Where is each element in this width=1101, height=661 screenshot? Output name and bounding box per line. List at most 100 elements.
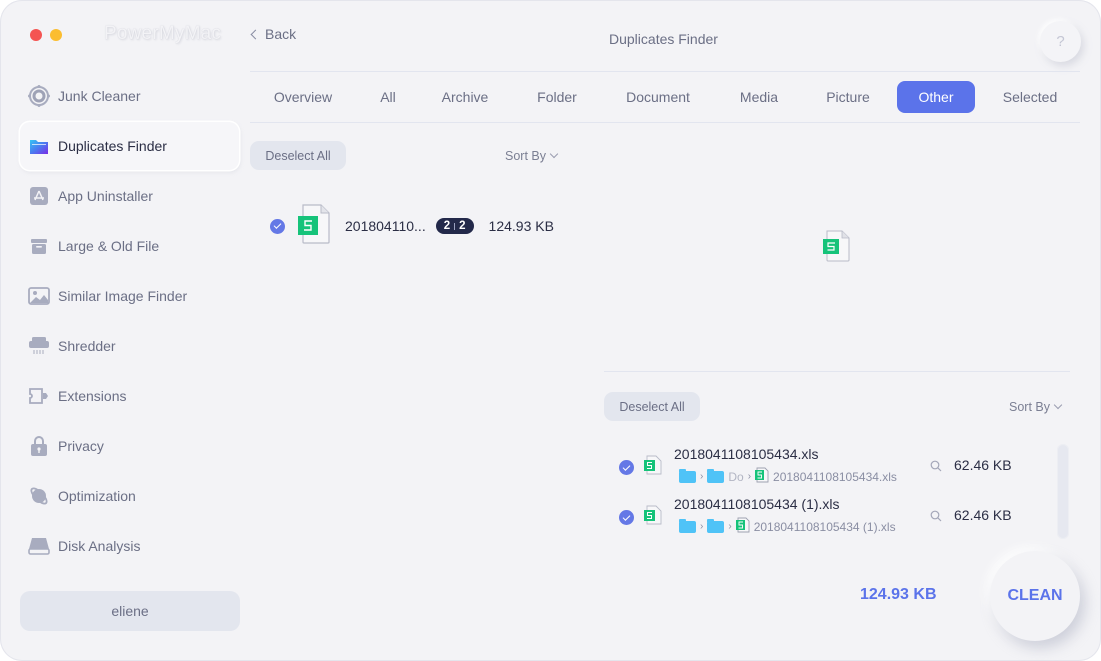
chevron-down-icon	[1053, 400, 1063, 410]
tab-archive[interactable]: Archive	[432, 81, 498, 113]
badge-right-count: 2	[459, 220, 466, 232]
deselect-all-files-button[interactable]: Deselect All	[604, 392, 700, 421]
sidebar-item-optimization[interactable]: Optimization	[20, 472, 239, 520]
file-preview	[823, 230, 851, 267]
sidebar-item-app-uninstaller[interactable]: App Uninstaller	[20, 172, 239, 220]
total-selected-size: 124.93 KB	[860, 586, 937, 603]
file-row[interactable]: 2018041108105434.xls › Do › 201804110810…	[619, 446, 1059, 492]
tab-document[interactable]: Document	[614, 81, 702, 113]
group-name: 201804110...	[345, 218, 426, 234]
spreadsheet-file-icon	[644, 505, 662, 530]
sort-by-label: Sort By	[505, 149, 546, 163]
spreadsheet-file-icon	[735, 517, 750, 536]
junk-cleaner-icon	[28, 85, 50, 107]
sort-files-dropdown[interactable]: Sort By	[1009, 400, 1063, 414]
spreadsheet-file-icon	[644, 455, 662, 480]
folder-icon	[28, 135, 50, 157]
chevron-down-icon	[549, 149, 559, 159]
spreadsheet-file-icon	[297, 203, 331, 249]
file-name: 2018041108105434.xls	[674, 446, 819, 462]
app-window: PowerMyMac Back Duplicates Finder ? Junk…	[0, 0, 1101, 661]
sidebar-item-label: Privacy	[58, 438, 104, 454]
tab-media[interactable]: Media	[730, 81, 788, 113]
plugin-icon	[28, 385, 50, 407]
sidebar-item-label: Optimization	[58, 488, 136, 504]
group-checkbox[interactable]	[270, 218, 285, 234]
spreadsheet-file-icon	[823, 230, 851, 266]
reveal-in-finder-icon[interactable]	[930, 509, 942, 527]
sidebar-item-label: Shredder	[58, 338, 116, 354]
duplicate-count-badge: 2 2	[435, 218, 474, 234]
close-window-button[interactable]	[30, 29, 42, 41]
badge-separator	[454, 222, 456, 230]
file-path: › › 2018041108105434 (1).xls	[679, 517, 896, 536]
path-separator-icon: ›	[728, 521, 732, 532]
disk-icon	[28, 535, 50, 557]
file-path: › Do › 2018041108105434.xls	[679, 467, 897, 486]
sort-by-dropdown[interactable]: Sort By	[505, 149, 559, 163]
planet-icon	[28, 485, 50, 507]
header-divider	[250, 71, 1080, 72]
sidebar-item-privacy[interactable]: Privacy	[20, 422, 239, 470]
file-list-scrollbar[interactable]	[1057, 444, 1069, 539]
tab-picture[interactable]: Picture	[816, 81, 880, 113]
sidebar-item-label: App Uninstaller	[58, 188, 153, 204]
reveal-in-finder-icon[interactable]	[930, 459, 942, 477]
sidebar-item-similar-image-finder[interactable]: Similar Image Finder	[20, 272, 239, 320]
lock-icon	[28, 435, 50, 457]
app-store-icon	[28, 185, 50, 207]
sidebar-item-duplicates-finder[interactable]: Duplicates Finder	[20, 122, 239, 170]
path-file-name: 2018041108105434 (1).xls	[753, 519, 896, 534]
image-icon	[28, 285, 50, 307]
tab-folder[interactable]: Folder	[527, 81, 587, 113]
folder-icon	[679, 468, 696, 483]
path-separator-icon: ›	[747, 471, 752, 482]
file-size: 62.46 KB	[954, 457, 1012, 473]
sidebar-item-label: Junk Cleaner	[58, 88, 141, 104]
user-account-button[interactable]: eliene	[20, 591, 240, 631]
tab-selected[interactable]: Selected	[992, 81, 1068, 113]
sidebar-item-label: Extensions	[58, 388, 127, 404]
back-label: Back	[265, 26, 297, 42]
help-button[interactable]: ?	[1040, 21, 1081, 62]
file-name: 2018041108105434 (1).xls	[674, 496, 840, 512]
sidebar-item-label: Disk Analysis	[58, 538, 141, 554]
sidebar-item-label: Similar Image Finder	[58, 288, 188, 304]
tab-all[interactable]: All	[370, 81, 406, 113]
box-icon	[28, 235, 50, 257]
path-file-name: 2018041108105434.xls	[773, 469, 897, 484]
folder-icon	[707, 518, 725, 533]
sidebar-item-large-old-file[interactable]: Large & Old File	[20, 222, 239, 270]
file-checkbox[interactable]	[619, 460, 634, 475]
group-size: 124.93 KB	[488, 218, 554, 234]
shredder-icon	[28, 335, 50, 357]
badge-left-count: 2	[443, 220, 451, 232]
path-folder-name: Do	[728, 469, 744, 484]
file-checkbox[interactable]	[619, 510, 634, 525]
preview-divider	[604, 371, 1070, 372]
clean-button[interactable]: CLEAN	[990, 551, 1080, 641]
deselect-all-button[interactable]: Deselect All	[250, 141, 346, 170]
tabs-divider	[250, 122, 1080, 123]
path-separator-icon: ›	[700, 521, 704, 532]
sidebar-item-label: Large & Old File	[58, 238, 160, 254]
sidebar-item-extensions[interactable]: Extensions	[20, 372, 239, 420]
minimize-window-button[interactable]	[50, 29, 62, 41]
tab-overview[interactable]: Overview	[262, 81, 344, 113]
page-title: Duplicates Finder	[609, 31, 718, 47]
file-size: 62.46 KB	[954, 507, 1012, 523]
sidebar-item-shredder[interactable]: Shredder	[20, 322, 239, 370]
sidebar-item-disk-analysis[interactable]: Disk Analysis	[20, 522, 239, 570]
spreadsheet-file-icon	[755, 467, 769, 486]
chevron-left-icon	[250, 29, 261, 40]
sort-by-label: Sort By	[1009, 400, 1050, 414]
sidebar-item-label: Duplicates Finder	[58, 138, 167, 154]
path-separator-icon: ›	[700, 471, 704, 482]
app-title: PowerMyMac	[104, 23, 222, 44]
sidebar-item-junk-cleaner[interactable]: Junk Cleaner	[20, 72, 239, 120]
folder-icon	[679, 518, 696, 533]
back-button[interactable]: Back	[250, 26, 297, 42]
tab-other[interactable]: Other	[897, 81, 975, 113]
file-row[interactable]: 2018041108105434 (1).xls › › 20180411081…	[619, 496, 1059, 542]
duplicate-group-row[interactable]: 201804110... 2 2 124.93 KB	[270, 203, 554, 249]
